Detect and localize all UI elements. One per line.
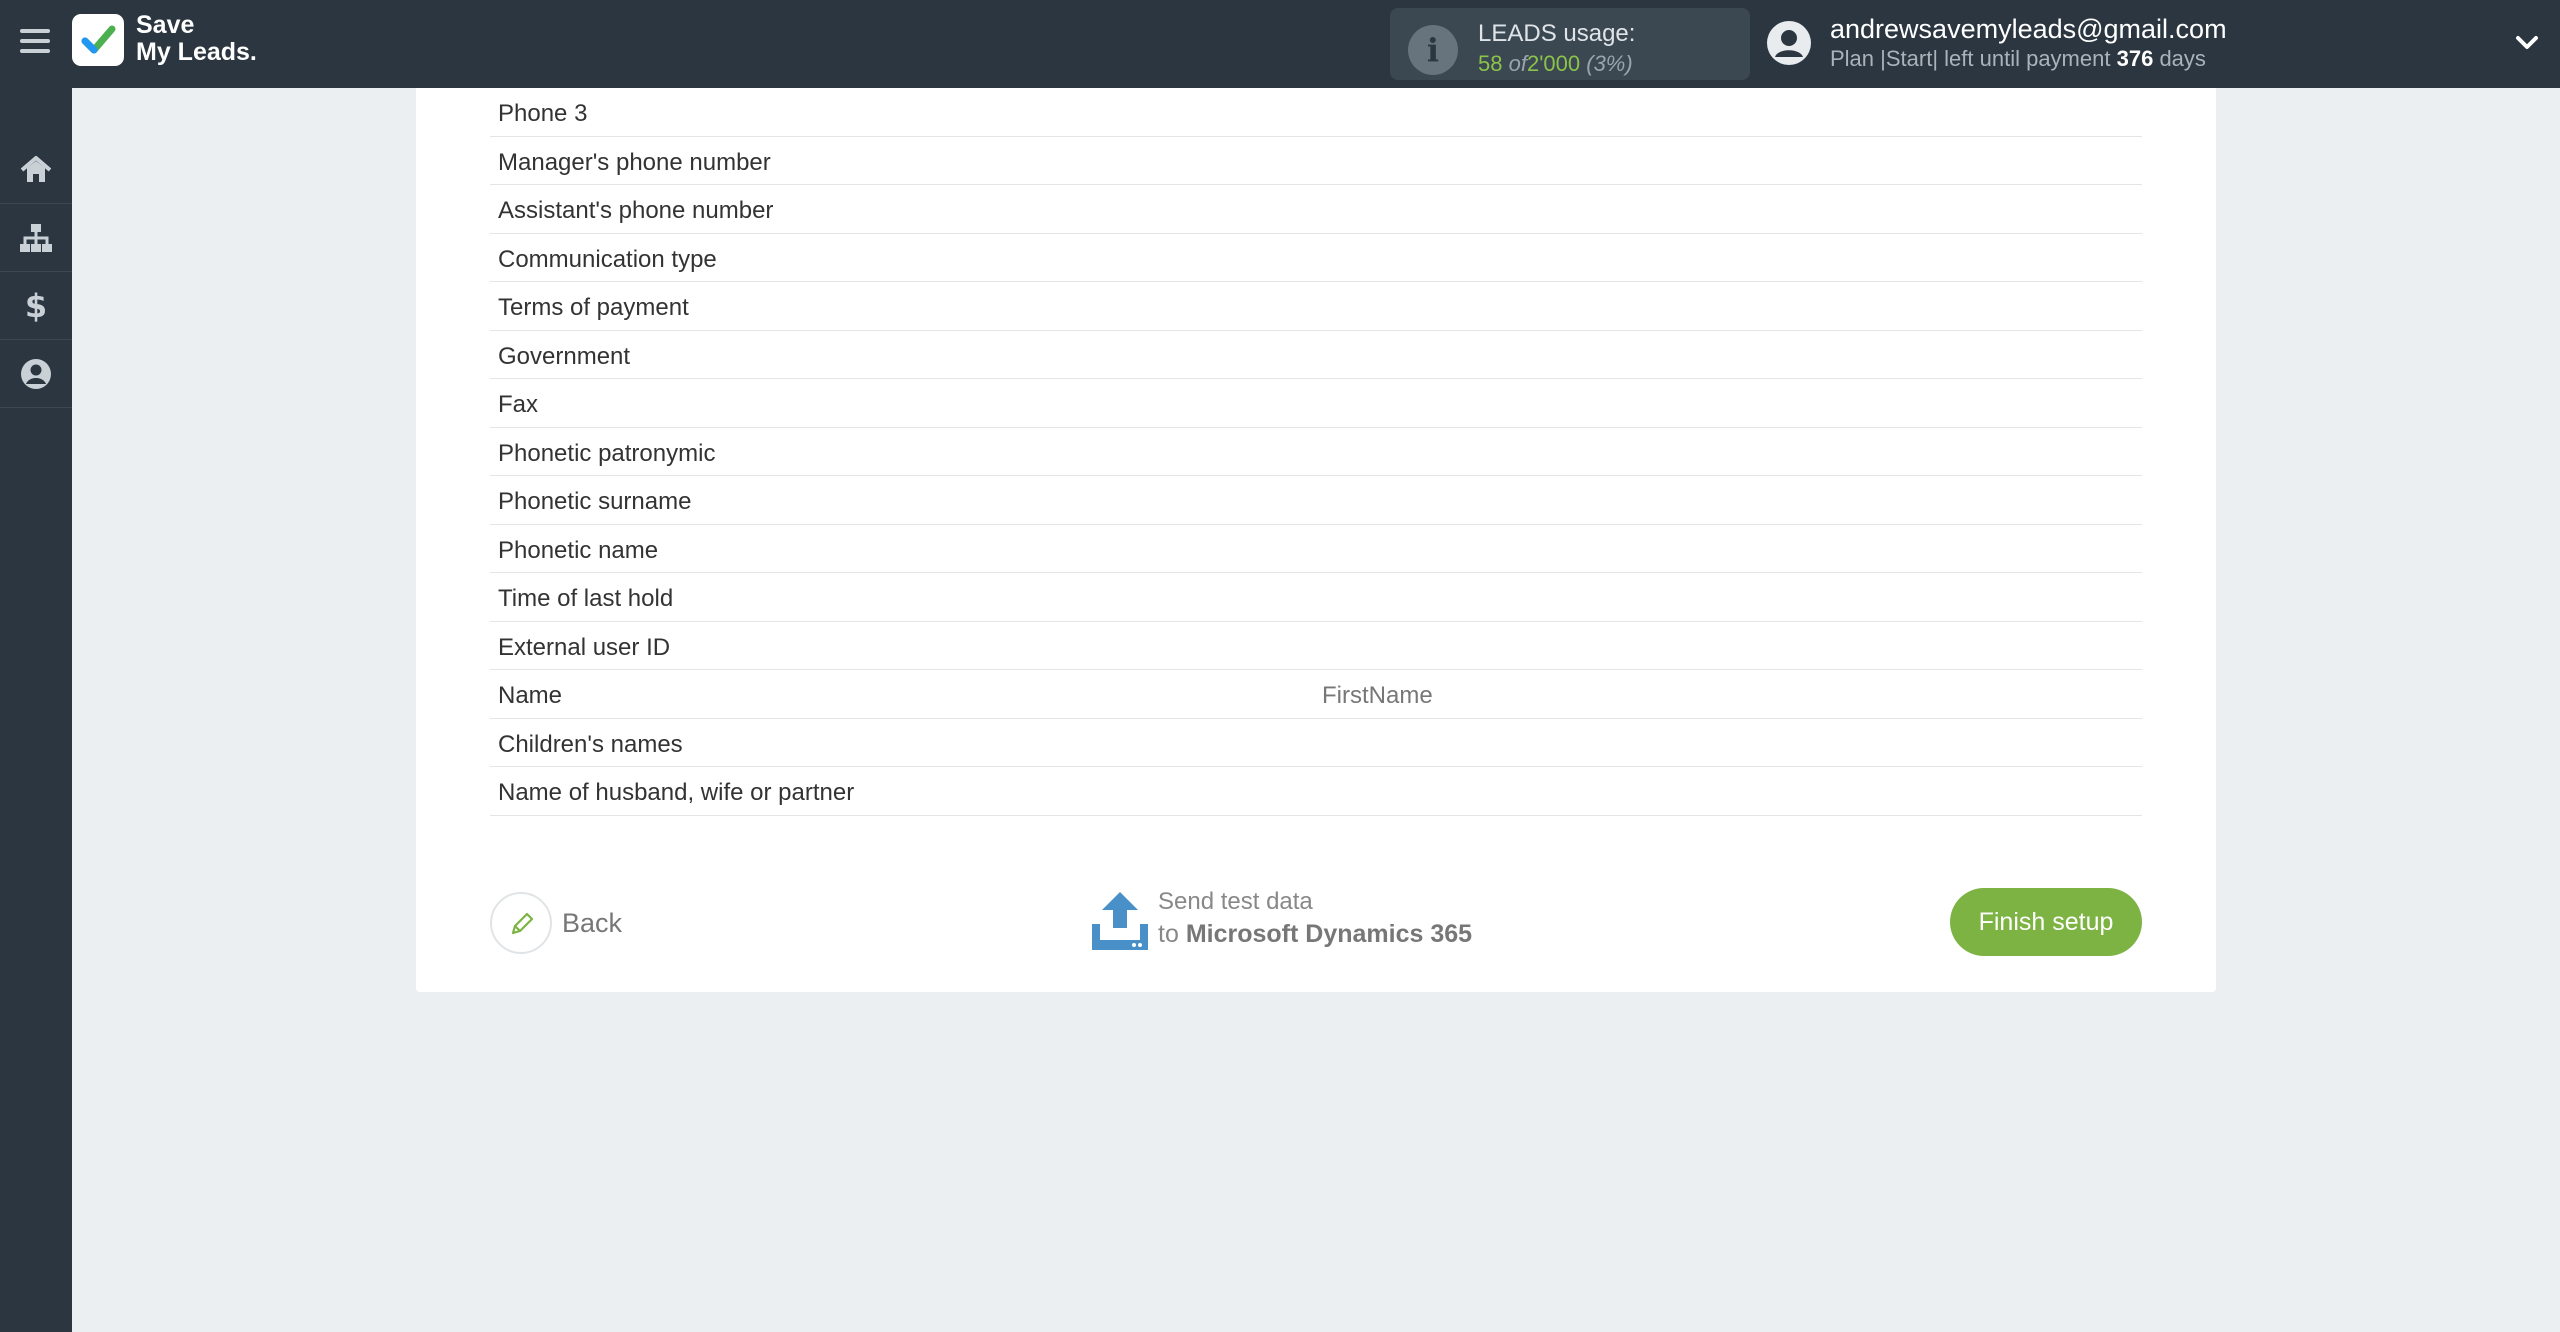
usage-of: of (1508, 51, 1527, 76)
fields-card: Phone 3 Manager's phone number Assistant's… (416, 88, 2216, 992)
back-circle (490, 892, 552, 954)
finish-setup-button[interactable]: Finish setup (1950, 888, 2142, 956)
field-label: Phone 3 (498, 100, 588, 127)
usage-percent: (3%) (1586, 51, 1633, 76)
sidebar-item-account[interactable] (0, 340, 72, 408)
home-icon (20, 155, 52, 182)
field-label: Children's names (498, 730, 683, 758)
sidebar: $ (0, 88, 72, 1332)
send-target: Microsoft Dynamics 365 (1185, 920, 1473, 948)
field-label: Terms of payment (498, 294, 689, 321)
field-label: Assistant's phone number (498, 197, 774, 224)
field-label: Phonetic surname (498, 488, 692, 515)
field-row[interactable]: Phone 3 (490, 88, 2142, 137)
send-line-1: Send test data (1158, 888, 1313, 915)
field-row[interactable]: Manager's phone number (490, 137, 2142, 185)
field-row[interactable]: External user ID (490, 622, 2142, 670)
field-label: Communication type (498, 245, 717, 273)
leads-usage-panel: i LEADS usage: 58 of2'000 (3%) (1390, 8, 1750, 80)
field-label: Name of husband, wife or partner (498, 779, 855, 806)
field-label: Government (498, 342, 631, 370)
field-row[interactable]: Children's names (490, 719, 2142, 767)
usage-title: LEADS usage: (1478, 20, 1636, 47)
sidebar-item-connections[interactable] (0, 204, 72, 272)
send-to: to (1158, 920, 1179, 948)
field-row[interactable]: Terms of payment (490, 282, 2142, 331)
brand-line-1: Save (136, 11, 195, 39)
brand-line-2: My Leads. (136, 38, 257, 66)
field-row[interactable]: Assistant's phone number (490, 185, 2142, 234)
field-value[interactable]: FirstName (1322, 682, 1433, 710)
field-label: Name (498, 682, 563, 709)
field-label: Time of last hold (498, 585, 674, 612)
field-row[interactable]: Phonetic surname (490, 476, 2142, 525)
plan-prefix: Plan |Start| left until payment (1830, 46, 2111, 71)
usage-count: 58 of2'000 (3%) (1478, 51, 1633, 77)
sidebar-item-home[interactable] (0, 136, 72, 204)
svg-text:$: $ (25, 288, 47, 324)
info-icon: i (1408, 25, 1458, 75)
field-row[interactable]: Communication type (490, 234, 2142, 282)
account-plan: Plan |Start| left until payment 376 days (1830, 46, 2206, 72)
field-row[interactable]: Time of last hold (490, 573, 2142, 622)
top-bar: Save My Leads. i LEADS usage: 58 of2'000… (0, 0, 2560, 88)
sidebar-item-billing[interactable]: $ (0, 272, 72, 340)
plan-days: 376 (2116, 46, 2154, 71)
field-row[interactable]: Name of husband, wife or partner (490, 767, 2142, 816)
account-email[interactable]: andrewsavemyleads@gmail.com (1830, 14, 2227, 45)
chevron-down-icon[interactable] (2512, 28, 2542, 58)
dollar-icon: $ (25, 288, 47, 324)
hamburger-menu-icon[interactable] (16, 24, 54, 62)
back-label: Back (562, 908, 623, 938)
field-row[interactable]: Fax (490, 379, 2142, 428)
user-circle-icon (21, 358, 51, 389)
avatar-icon[interactable] (1766, 20, 1812, 66)
field-row[interactable]: Phonetic name (490, 525, 2142, 573)
field-label: Phonetic patronymic (498, 439, 716, 467)
logo-icon[interactable] (72, 14, 124, 66)
field-row[interactable]: Phonetic patronymic (490, 428, 2142, 476)
send-line-2: to Microsoft Dynamics 365 (1158, 920, 1472, 949)
field-label: Phonetic name (498, 536, 659, 564)
field-row[interactable]: Name FirstName (490, 670, 2142, 719)
send-test-data-button[interactable]: Send test data to Microsoft Dynamics 365 (1090, 886, 1510, 960)
sitemap-icon (20, 223, 52, 252)
usage-used: 58 (1478, 51, 1503, 76)
plan-days-suffix: days (2159, 46, 2206, 71)
field-row[interactable]: Government (490, 331, 2142, 379)
upload-icon (1092, 892, 1148, 950)
field-label: Manager's phone number (498, 148, 771, 176)
brand-name[interactable]: Save My Leads. (136, 12, 257, 66)
pencil-icon (511, 912, 534, 935)
field-label: Fax (498, 391, 539, 418)
field-label: External user ID (498, 633, 671, 661)
usage-total: 2'000 (1526, 51, 1581, 76)
